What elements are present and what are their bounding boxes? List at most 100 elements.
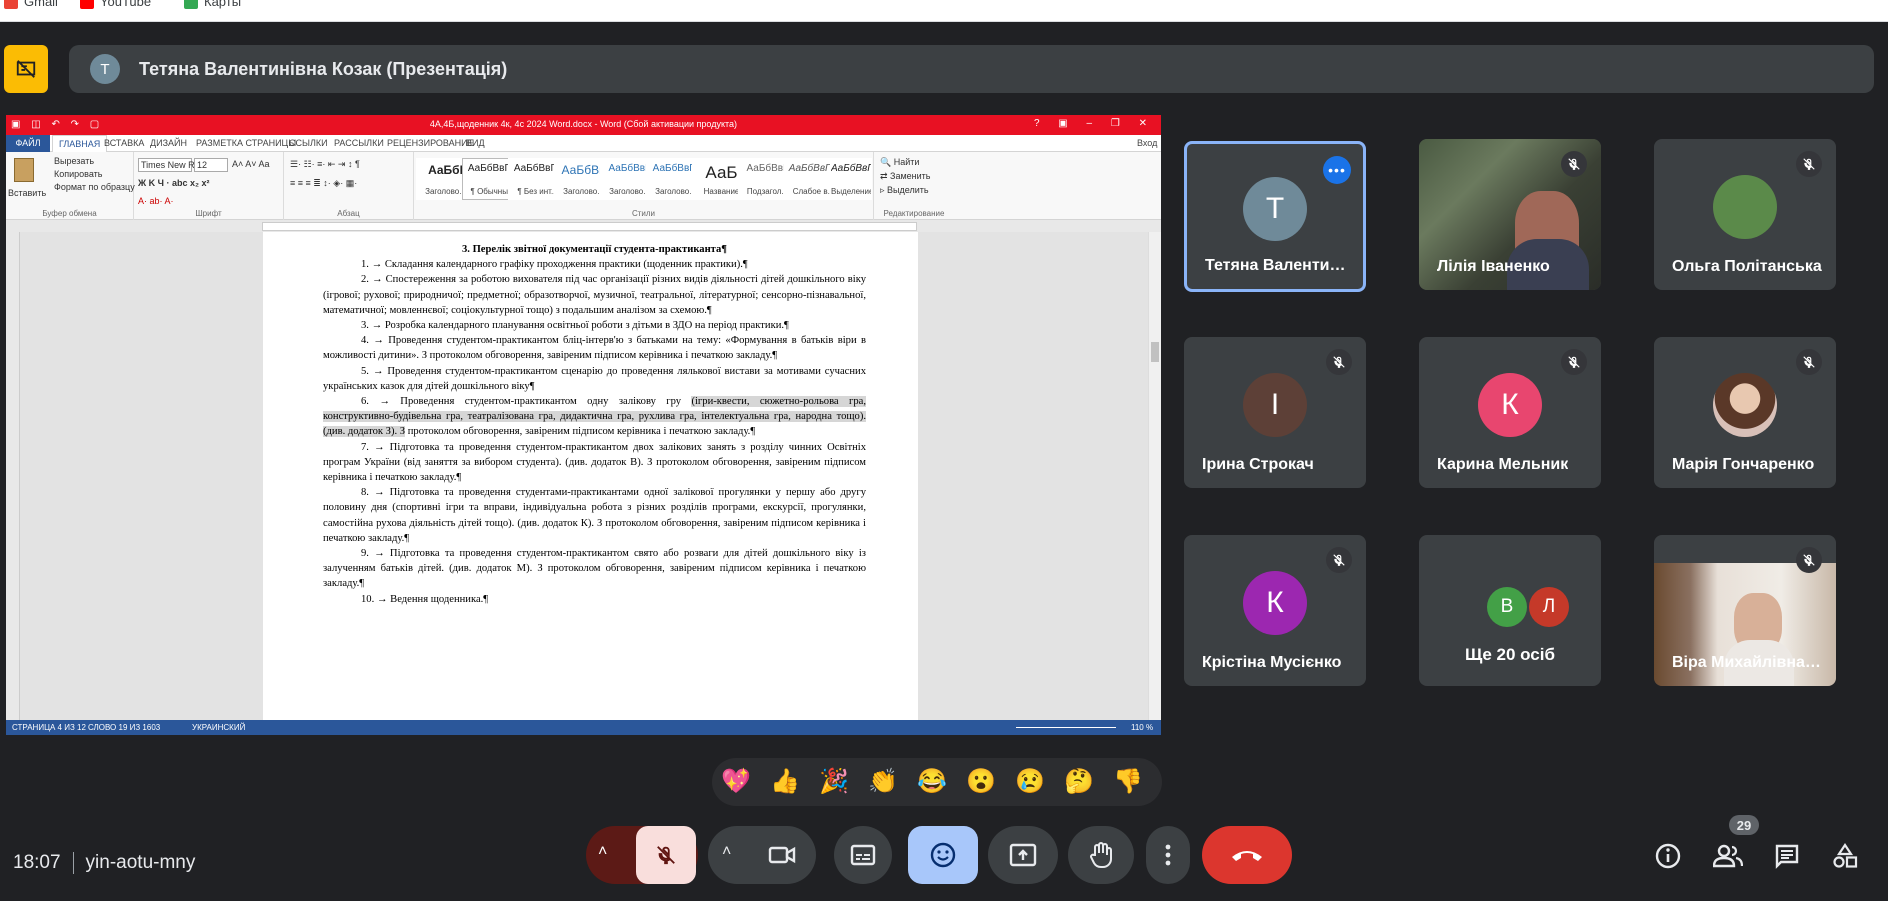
meeting-code: yin-aotu-mny	[85, 852, 196, 874]
reaction-thinking[interactable]: 🤔	[1063, 766, 1095, 798]
avatar: В	[1487, 587, 1527, 627]
mic-off-icon	[1326, 349, 1352, 375]
more-options-icon[interactable]: •••	[1323, 156, 1351, 184]
presenter-bar: T Тетяна Валентинівна Козак (Презентація…	[69, 45, 1874, 93]
chat-button[interactable]	[1769, 838, 1805, 874]
people-button[interactable]	[1710, 838, 1746, 874]
participant-tile[interactable]: Марія Гончаренко	[1654, 337, 1836, 488]
reaction-thumbs-down[interactable]: 👎	[1112, 766, 1144, 798]
camera-options-chevron-icon[interactable]: ˄	[722, 843, 731, 861]
document-area[interactable]: 3. Перелік звітної документації студента…	[20, 232, 1148, 720]
activities-button[interactable]	[1827, 838, 1863, 874]
more-participants-tile[interactable]: В Л Ще 20 осіб	[1419, 535, 1601, 686]
format-painter-button[interactable]: Формат по образцу	[54, 182, 135, 192]
styles-label: Стили	[631, 209, 656, 218]
doc-paragraph: 10. → Ведення щоденника.¶	[361, 593, 489, 605]
vertical-scrollbar[interactable]	[1148, 232, 1161, 720]
reaction-thumbs-up[interactable]: 👍	[769, 766, 801, 798]
more-options-button[interactable]	[1146, 826, 1190, 884]
status-page[interactable]: СТРАНИЦА 4 ИЗ 12	[12, 723, 86, 732]
reaction-clap[interactable]: 👏	[867, 766, 899, 798]
font-color-buttons[interactable]: A· ab· A·	[138, 196, 174, 206]
replace-button[interactable]: ⇄ Заменить	[880, 171, 931, 182]
doc-paragraph: 9. → Підготовка та проведення студентом-…	[323, 548, 866, 590]
participant-tile[interactable]: Віра Михайлівна К...	[1654, 535, 1836, 686]
participant-tile[interactable]: І Ірина Строкач	[1184, 337, 1366, 488]
font-size-select[interactable]: 12	[194, 158, 228, 172]
tab-references[interactable]: ССЫЛКИ	[289, 138, 328, 148]
vertical-ruler	[6, 232, 20, 720]
no-present-icon	[16, 60, 36, 78]
mic-off-icon	[1326, 547, 1352, 573]
clipboard-group: Вставить Вырезать Копировать Формат по о…	[6, 152, 135, 220]
bookmark-maps[interactable]: Карты	[184, 0, 241, 9]
participant-count-badge: 29	[1729, 815, 1759, 835]
mic-toggle-button[interactable]	[636, 826, 696, 884]
doc-paragraph: 5. → Проведення студентом-практикантом с…	[323, 365, 866, 392]
participant-tile[interactable]: К Карина Мельник	[1419, 337, 1601, 488]
present-screen-icon	[1009, 843, 1037, 867]
avatar-photo	[1713, 174, 1777, 239]
status-words[interactable]: СЛОВО 19 ИЗ 1603	[88, 723, 160, 732]
reaction-sparkling-heart[interactable]: 💖	[720, 766, 752, 798]
participant-name: Крістіна Мусієнко	[1202, 654, 1342, 671]
reaction-sad[interactable]: 😢	[1014, 766, 1046, 798]
signin-link[interactable]: Вход	[1137, 138, 1157, 148]
raise-hand-button[interactable]	[1068, 826, 1134, 884]
tab-review[interactable]: РЕЦЕНЗИРОВАНИЕ	[387, 138, 474, 148]
find-button[interactable]: 🔍 Найти	[880, 157, 919, 168]
doc-paragraph: 7. → Підготовка та проведення студентом-…	[323, 441, 866, 484]
styles-group: АаБбI Заголово... АаБбВвГг, ¶ Обычный АаБб…	[414, 152, 874, 220]
meeting-controls: 18:07 yin-aotu-mny ˄ ˄	[0, 826, 1888, 901]
cut-button[interactable]: Вырезать	[54, 156, 94, 166]
tab-insert[interactable]: ВСТАВКА	[104, 138, 144, 148]
align-buttons[interactable]: ≡ ≡ ≡ ≣ ↕· ◈· ▦·	[290, 178, 357, 189]
mic-options-chevron-icon[interactable]: ˄	[598, 843, 607, 861]
info-icon	[1655, 843, 1681, 869]
participant-tile[interactable]: К Крістіна Мусієнко	[1184, 535, 1366, 686]
editing-group: 🔍 Найти ⇄ Заменить ▹ Выделить Редактиров…	[874, 152, 954, 220]
bookmark-gmail[interactable]: Gmail	[4, 0, 58, 9]
reaction-joy[interactable]: 😂	[916, 766, 948, 798]
tab-file[interactable]: ФАЙЛ	[6, 135, 50, 152]
doc-heading: 3. Перелік звітної документації студента…	[461, 244, 728, 255]
participant-tile[interactable]: ••• T Тетяна Валентинів...	[1184, 141, 1366, 292]
captions-button[interactable]	[834, 826, 892, 884]
status-zoom[interactable]: 110 %	[1131, 723, 1153, 732]
tab-layout[interactable]: РАЗМЕТКА СТРАНИЦЫ	[196, 138, 296, 148]
participant-tile[interactable]: Лілія Іваненко	[1419, 139, 1601, 290]
reaction-surprised[interactable]: 😮	[965, 766, 997, 798]
participant-tile[interactable]: Ольга Політанська	[1654, 139, 1836, 290]
reactions-bar: 💖 👍 🎉 👏 😂 😮 😢 🤔 👎	[712, 758, 1162, 806]
leave-call-button[interactable]	[1202, 826, 1292, 884]
tab-home[interactable]: ГЛАВНАЯ	[52, 135, 108, 153]
reaction-party[interactable]: 🎉	[818, 766, 850, 798]
font-grow-icons[interactable]: A˄ A˅ Aa	[232, 159, 270, 169]
select-button[interactable]: ▹ Выделить	[880, 185, 929, 196]
chat-icon	[1775, 844, 1799, 869]
font-name-select[interactable]: Times New R	[138, 158, 195, 172]
font-style-buttons[interactable]: Ж K Ч · abc x₂ x²	[138, 178, 209, 188]
tab-design[interactable]: ДИЗАЙН	[150, 138, 187, 148]
style-emphasis[interactable]: АаБбВвГг,Выделение	[830, 158, 872, 200]
zoom-slider[interactable]	[1016, 727, 1116, 728]
paste-button[interactable]: Вставить	[8, 188, 46, 198]
copy-button[interactable]: Копировать	[54, 169, 102, 179]
emoji-reactions-button[interactable]	[908, 826, 978, 884]
doc-paragraph: 3. → Розробка календарного планування ос…	[361, 320, 789, 332]
presenter-label: Тетяна Валентинівна Козак (Презентація)	[139, 59, 508, 79]
camera-button[interactable]	[768, 842, 796, 873]
tab-mailings[interactable]: РАССЫЛКИ	[334, 138, 384, 148]
tab-view[interactable]: ВИД	[466, 138, 485, 148]
document-page[interactable]: 3. Перелік звітної документації студента…	[263, 232, 918, 720]
status-language[interactable]: УКРАИНСКИЙ	[192, 723, 245, 732]
participant-name: Ірина Строкач	[1202, 456, 1314, 473]
bookmark-youtube[interactable]: YouTube	[80, 0, 151, 9]
captions-icon	[850, 844, 876, 866]
font-label: Шрифт	[195, 209, 222, 218]
presentation-icon[interactable]	[4, 45, 48, 93]
list-buttons[interactable]: ☰· ☷· ≡· ⇤ ⇥ ↕ ¶	[290, 159, 360, 170]
meeting-details-button[interactable]	[1650, 838, 1686, 874]
present-now-button[interactable]	[988, 826, 1058, 884]
doc-paragraph: 8. → Підготовка та проведення студентами…	[323, 487, 866, 544]
